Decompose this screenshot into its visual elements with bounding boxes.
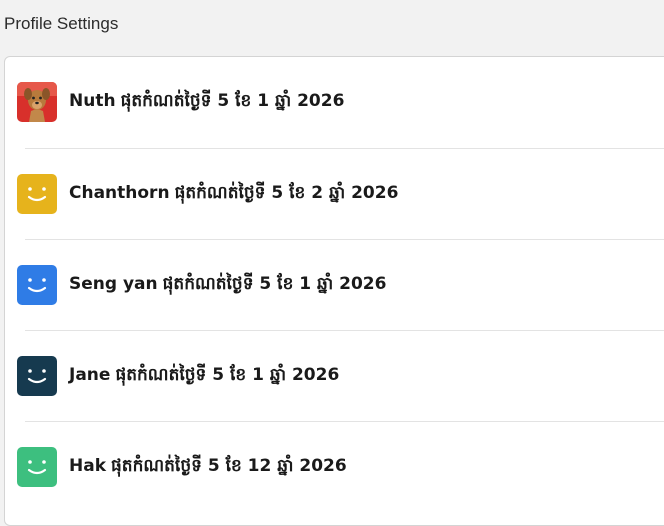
smiley-icon: [17, 447, 57, 487]
profile-name: Seng yan: [69, 273, 158, 294]
profile-row-hak[interactable]: Hak ផុតកំណត់ថ្ងៃទី 5 ខែ 12 ឆ្នាំ 2026: [5, 422, 664, 512]
profile-name: Nuth: [69, 90, 116, 111]
avatar: [17, 356, 57, 396]
profile-expiry: ផុតកំណត់ថ្ងៃទី 5 ខែ 1 ឆ្នាំ 2026: [162, 273, 387, 294]
profile-row-nuth[interactable]: Nuth ផុតកំណត់ថ្ងៃទី 5 ខែ 1 ឆ្នាំ 2026: [5, 57, 664, 147]
profile-name: Chanthorn: [69, 182, 170, 203]
avatar: [17, 174, 57, 214]
profile-row-seng-yan[interactable]: Seng yan ផុតកំណត់ថ្ងៃទី 5 ខែ 1 ឆ្នាំ 2026: [5, 240, 664, 330]
avatar: [17, 82, 57, 122]
profile-name: Hak: [69, 455, 107, 476]
dog-avatar-icon: [17, 82, 57, 122]
profile-expiry: ផុតកំណត់ថ្ងៃទី 5 ខែ 12 ឆ្នាំ 2026: [111, 455, 347, 476]
smiley-icon: [17, 174, 57, 214]
profile-expiry: ផុតកំណត់ថ្ងៃទី 5 ខែ 1 ឆ្នាំ 2026: [120, 90, 345, 111]
avatar: [17, 447, 57, 487]
profile-row-chanthorn[interactable]: Chanthorn ផុតកំណត់ថ្ងៃទី 5 ខែ 2 ឆ្នាំ 202…: [5, 149, 664, 239]
profile-name: Jane: [69, 364, 111, 385]
avatar: [17, 265, 57, 305]
smiley-icon: [17, 265, 57, 305]
profile-list: Nuth ផុតកំណត់ថ្ងៃទី 5 ខែ 1 ឆ្នាំ 2026 Cha…: [4, 56, 664, 526]
profile-expiry: ផុតកំណត់ថ្ងៃទី 5 ខែ 1 ឆ្នាំ 2026: [115, 364, 340, 385]
profile-expiry: ផុតកំណត់ថ្ងៃទី 5 ខែ 2 ឆ្នាំ 2026: [174, 182, 399, 203]
profile-row-jane[interactable]: Jane ផុតកំណត់ថ្ងៃទី 5 ខែ 1 ឆ្នាំ 2026: [5, 331, 664, 421]
smiley-icon: [17, 356, 57, 396]
page-title: Profile Settings: [4, 14, 119, 33]
